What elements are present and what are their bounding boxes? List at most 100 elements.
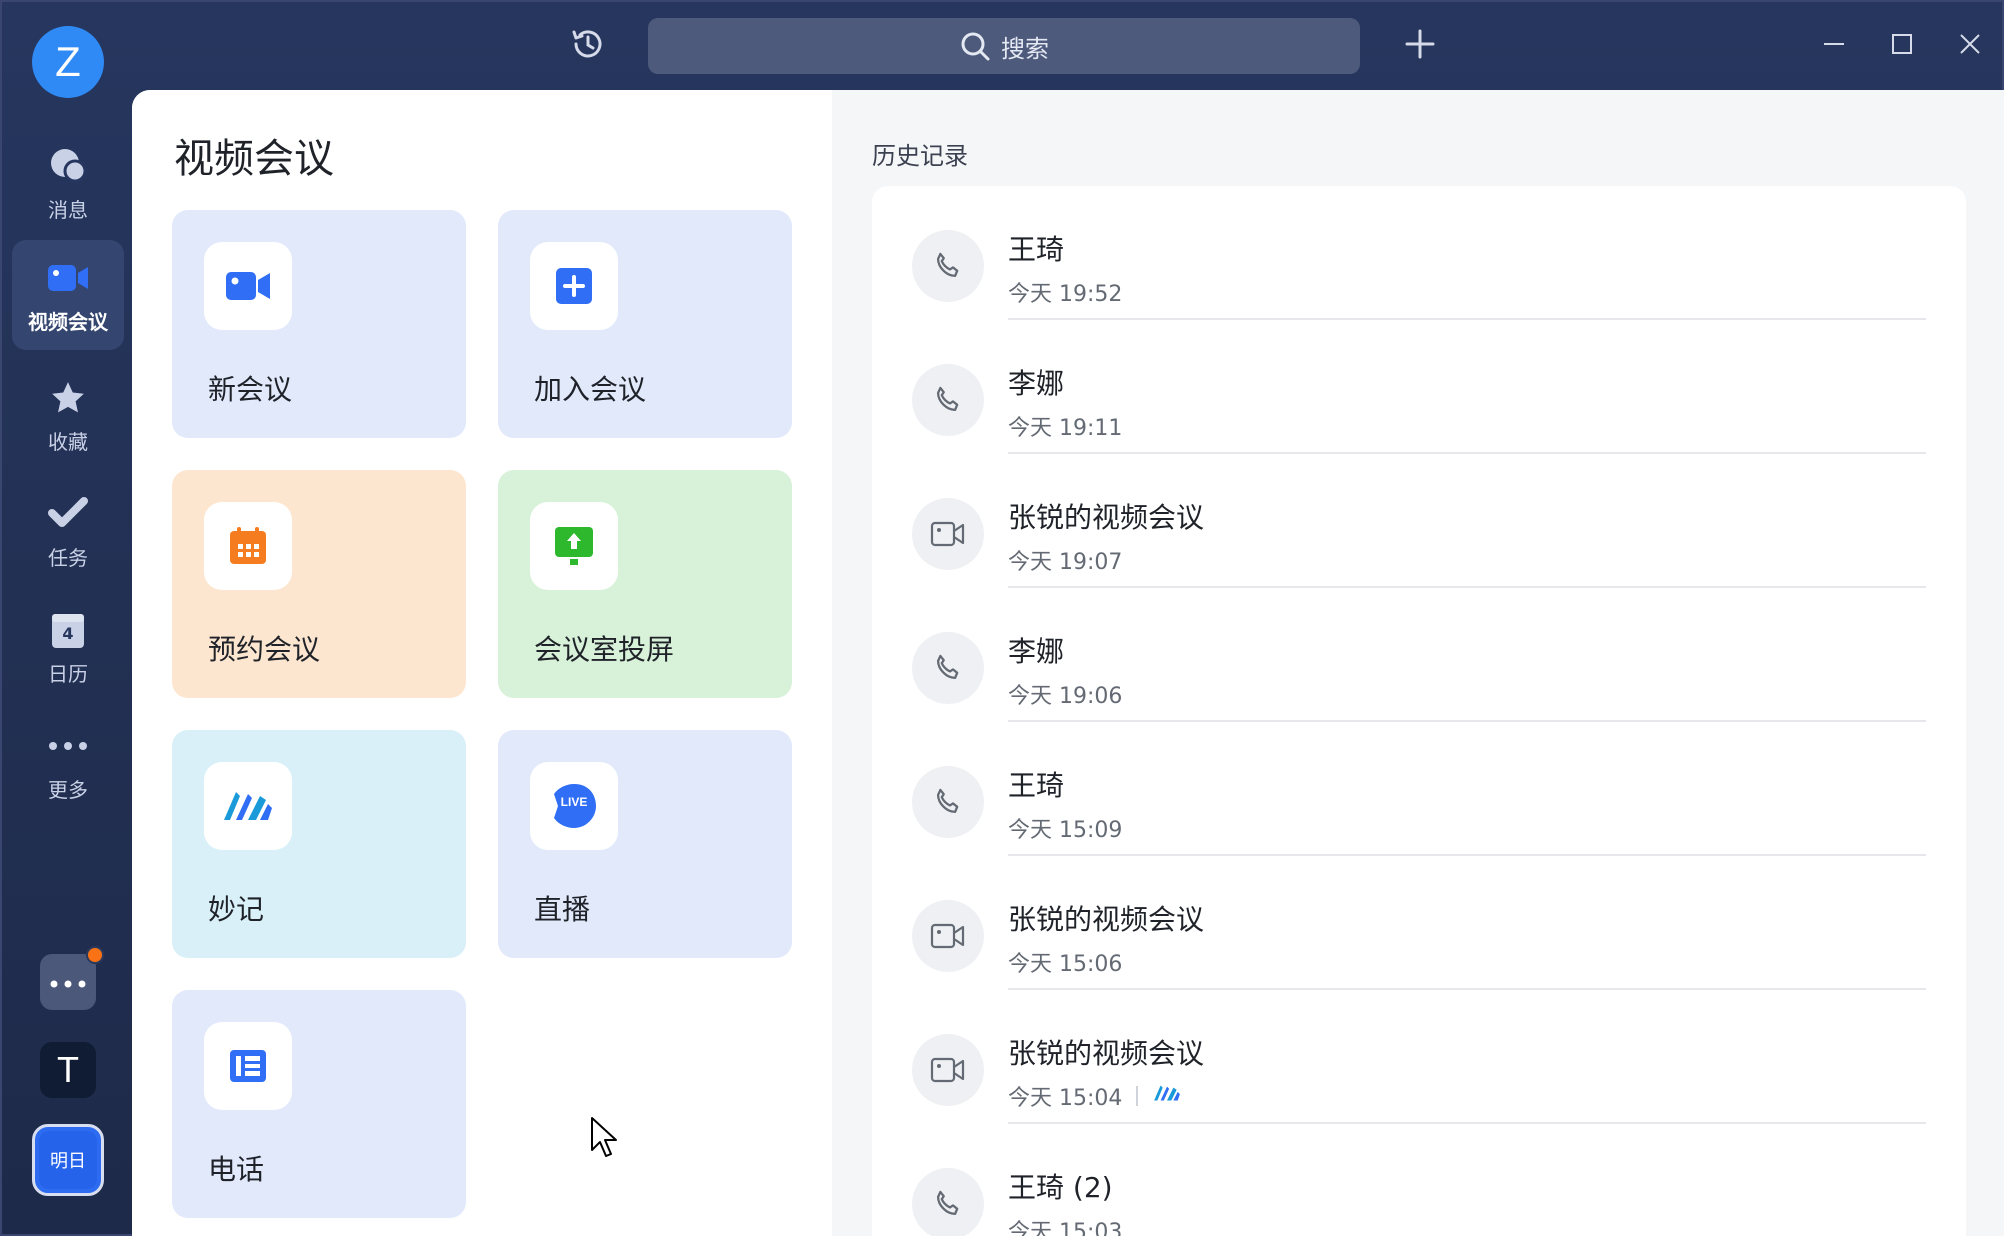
minimize-button[interactable] [1812, 24, 1856, 68]
phone-icon [912, 1168, 984, 1236]
app-window: Z 消息 视频会议 收藏 任务 4 日历 更多 T 明日 搜索 视频会议 新会议… [0, 0, 2004, 1236]
phone-icon [912, 632, 984, 704]
sidebar-item-messages[interactable]: 消息 [12, 128, 124, 238]
notification-dot [86, 946, 104, 964]
history-item[interactable]: 王琦 今天 15:09 [872, 722, 1966, 856]
live-card[interactable]: LIVE 直播 [498, 730, 792, 958]
phone-card[interactable]: 电话 [172, 990, 466, 1218]
sidebar-item-label: 日历 [48, 661, 88, 686]
history-item-time-row: 今天 15:04 [1008, 1080, 1182, 1112]
history-item-time: 今天 19:06 [1008, 684, 1123, 709]
history-button[interactable] [566, 24, 610, 68]
sidebar: Z 消息 视频会议 收藏 任务 4 日历 更多 T 明日 [2, 2, 132, 1236]
mouse-cursor-icon [590, 1116, 620, 1164]
phone-icon [912, 230, 984, 302]
history-item-time: 今天 15:06 [1008, 952, 1123, 977]
maximize-icon [1890, 32, 1914, 60]
search-bar[interactable]: 搜索 [648, 18, 1360, 74]
history-item-name: 王琦 [1008, 769, 1065, 802]
close-button[interactable] [1948, 24, 1992, 68]
minutes-card[interactable]: 妙记 [172, 730, 466, 958]
mingri-label: 明日 [39, 1131, 97, 1189]
sidebar-app-more[interactable] [40, 946, 104, 1010]
main-panel: 视频会议 新会议 加入会议 预约会议 会议室投屏 妙记 LIVE 直播 电话 历… [132, 90, 2004, 1236]
new-meeting-card[interactable]: 新会议 [172, 210, 466, 438]
history-item-name: 张锐的视频会议 [1008, 1037, 1205, 1070]
live-badge-text: LIVE [560, 795, 588, 809]
history-item-name: 王琦 [1008, 233, 1065, 266]
history-item-time: 今天 15:04 [1008, 1086, 1123, 1111]
page-title: 视频会议 [174, 136, 334, 182]
minutes-logo-icon [204, 762, 292, 850]
schedule-meeting-card[interactable]: 预约会议 [172, 470, 466, 698]
calendar-icon [204, 502, 292, 590]
sidebar-app-t[interactable]: T [40, 1042, 96, 1098]
sidebar-item-label: 收藏 [48, 429, 88, 454]
video-camera-icon [912, 900, 984, 972]
history-item-time: 今天 15:09 [1008, 818, 1123, 843]
calendar-day-number: 4 [62, 623, 74, 643]
checkmark-icon [46, 492, 90, 536]
join-meeting-card[interactable]: 加入会议 [498, 210, 792, 438]
minimize-icon [1822, 32, 1846, 60]
maximize-button[interactable] [1880, 24, 1924, 68]
history-clock-icon [568, 24, 608, 68]
sidebar-item-more[interactable]: 更多 [12, 708, 124, 818]
history-item-time: 今天 19:11 [1008, 416, 1123, 441]
chat-bubbles-icon [46, 144, 90, 188]
video-camera-icon [912, 1034, 984, 1106]
history-item[interactable]: 李娜 今天 19:11 [872, 320, 1966, 454]
phone-book-icon [204, 1022, 292, 1110]
calendar-icon: 4 [46, 608, 90, 652]
minutes-logo-icon[interactable] [1152, 1082, 1182, 1110]
video-camera-icon [46, 256, 90, 300]
history-item[interactable]: 王琦 (2) 今天 15:03 [872, 1124, 1966, 1236]
sidebar-item-label: 任务 [48, 545, 88, 570]
card-label: 新会议 [208, 373, 293, 406]
card-label: 电话 [208, 1153, 265, 1186]
sidebar-item-video-meeting[interactable]: 视频会议 [12, 240, 124, 350]
history-item[interactable]: 张锐的视频会议 今天 15:04 [872, 990, 1966, 1124]
history-item[interactable]: 张锐的视频会议 今天 15:06 [872, 856, 1966, 990]
card-label: 妙记 [208, 893, 265, 926]
history-list[interactable]: 王琦 今天 19:52 李娜 今天 19:11 张锐的视频会议 今天 19:07… [872, 186, 1966, 1236]
card-label: 会议室投屏 [534, 633, 675, 666]
sidebar-item-label: 消息 [48, 197, 88, 222]
search-icon [959, 30, 991, 62]
history-item[interactable]: 王琦 今天 19:52 [872, 186, 1966, 320]
separator [1136, 1086, 1139, 1106]
plus-square-icon [530, 242, 618, 330]
history-item-name: 张锐的视频会议 [1008, 501, 1205, 534]
sidebar-item-favorites[interactable]: 收藏 [12, 360, 124, 470]
sidebar-app-mingri[interactable]: 明日 [32, 1124, 104, 1196]
history-item[interactable]: 李娜 今天 19:06 [872, 588, 1966, 722]
star-icon [46, 376, 90, 420]
plus-icon [1404, 28, 1436, 64]
sidebar-item-label: 视频会议 [28, 309, 108, 334]
phone-icon [912, 766, 984, 838]
video-camera-icon [912, 498, 984, 570]
history-item-name: 李娜 [1008, 635, 1065, 668]
add-button[interactable] [1398, 24, 1442, 68]
history-item-time: 今天 19:52 [1008, 282, 1123, 307]
user-avatar[interactable]: Z [32, 26, 104, 98]
live-icon: LIVE [530, 762, 618, 850]
card-label: 直播 [534, 893, 591, 926]
screen-share-icon [530, 502, 618, 590]
history-title: 历史记录 [872, 142, 968, 170]
history-item-name: 王琦 (2) [1008, 1171, 1113, 1204]
sidebar-item-calendar[interactable]: 4 日历 [12, 592, 124, 702]
search-placeholder: 搜索 [1001, 34, 1049, 63]
room-screen-share-card[interactable]: 会议室投屏 [498, 470, 792, 698]
card-label: 预约会议 [208, 633, 321, 666]
history-item[interactable]: 张锐的视频会议 今天 19:07 [872, 454, 1966, 588]
video-camera-icon [204, 242, 292, 330]
sidebar-item-tasks[interactable]: 任务 [12, 476, 124, 586]
history-item-name: 李娜 [1008, 367, 1065, 400]
history-pane: 历史记录 王琦 今天 19:52 李娜 今天 19:11 张锐的视频会议 今天 … [832, 90, 2004, 1236]
history-item-time: 今天 19:07 [1008, 550, 1123, 575]
phone-icon [912, 364, 984, 436]
meeting-actions-pane: 视频会议 新会议 加入会议 预约会议 会议室投屏 妙记 LIVE 直播 电话 [132, 90, 832, 1236]
card-label: 加入会议 [534, 373, 647, 406]
ellipsis-icon [50, 973, 86, 992]
